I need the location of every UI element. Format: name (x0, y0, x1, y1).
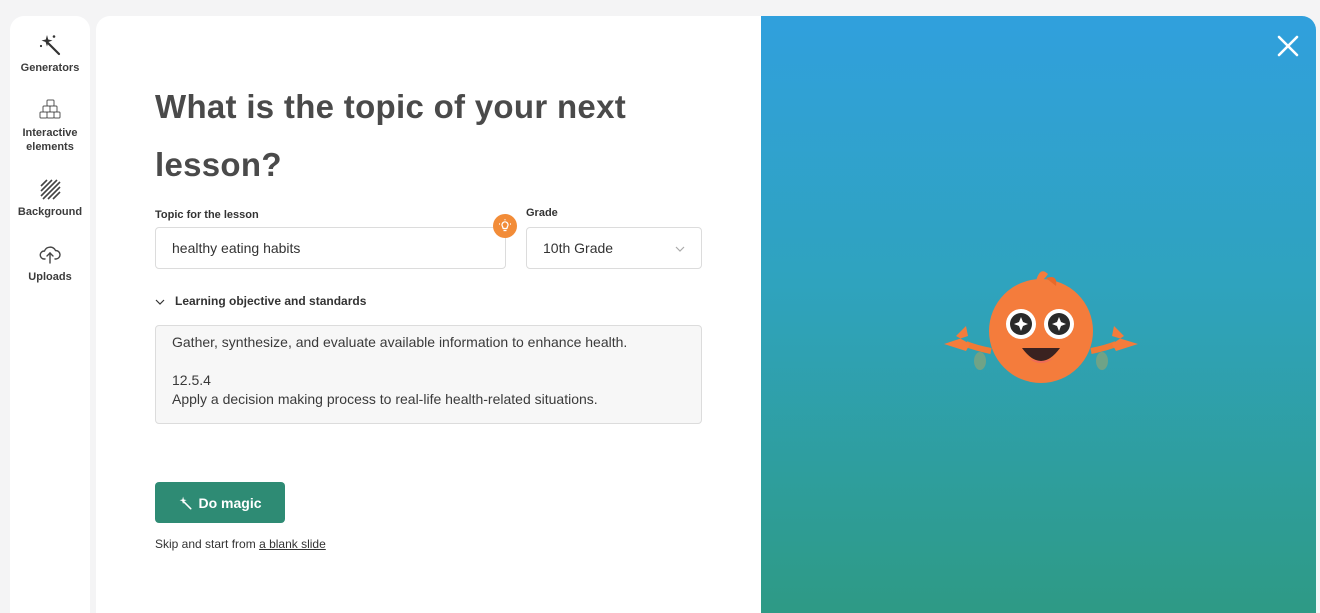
skip-text: Skip and start from (155, 537, 256, 551)
sidebar-item-label: Uploads (28, 271, 72, 283)
skip-line: Skip and start from a blank slide (155, 537, 326, 551)
lightbulb-icon[interactable] (493, 214, 517, 238)
sidebar-item-background[interactable]: Background (10, 176, 90, 219)
page-title: What is the topic of your next lesson? (155, 88, 627, 183)
blocks-icon (37, 97, 63, 123)
magic-wand-icon (178, 496, 192, 510)
hatch-pattern-icon (37, 176, 63, 202)
sidebar: Generators Interactive elements Backgrou… (10, 16, 90, 613)
objective-line: 12.5.4 (172, 372, 211, 388)
do-magic-label: Do magic (198, 494, 262, 511)
chevron-down-icon (675, 239, 685, 257)
sidebar-item-generators[interactable]: Generators (10, 32, 90, 75)
sidebar-item-label: Background (17, 206, 83, 218)
objective-toggle[interactable]: Learning objective and standards (155, 292, 366, 310)
objective-toggle-label: Learning objective and standards (175, 294, 367, 308)
objective-textarea[interactable]: Gather, synthesize, and evaluate availab… (155, 325, 702, 424)
cloud-upload-icon (37, 241, 63, 267)
sidebar-item-uploads[interactable]: Uploads (10, 241, 90, 284)
illustration-panel (761, 16, 1316, 613)
do-magic-button[interactable]: Do magic (155, 482, 285, 523)
sidebar-item-interactive-elements[interactable]: Interactive elements (10, 97, 90, 154)
topic-label: Topic for the lesson (155, 209, 259, 221)
lesson-generator-panel: What is the topic of your next lesson? T… (96, 16, 1316, 613)
blank-slide-link[interactable]: a blank slide (259, 537, 326, 551)
topic-input[interactable] (155, 227, 506, 269)
grade-label: Grade (526, 207, 558, 219)
grade-value: 10th Grade (543, 240, 614, 256)
mascot-illustration (944, 271, 1138, 383)
magic-wand-icon (37, 32, 63, 58)
objective-line: Gather, synthesize, and evaluate availab… (172, 334, 628, 350)
grade-select[interactable]: 10th Grade (526, 227, 702, 269)
chevron-down-icon (155, 292, 165, 310)
sidebar-item-label: Generators (20, 62, 80, 74)
sidebar-item-label: Interactive elements (22, 127, 78, 153)
close-icon[interactable] (1274, 32, 1302, 60)
objective-line: Apply a decision making process to real-… (172, 391, 598, 407)
